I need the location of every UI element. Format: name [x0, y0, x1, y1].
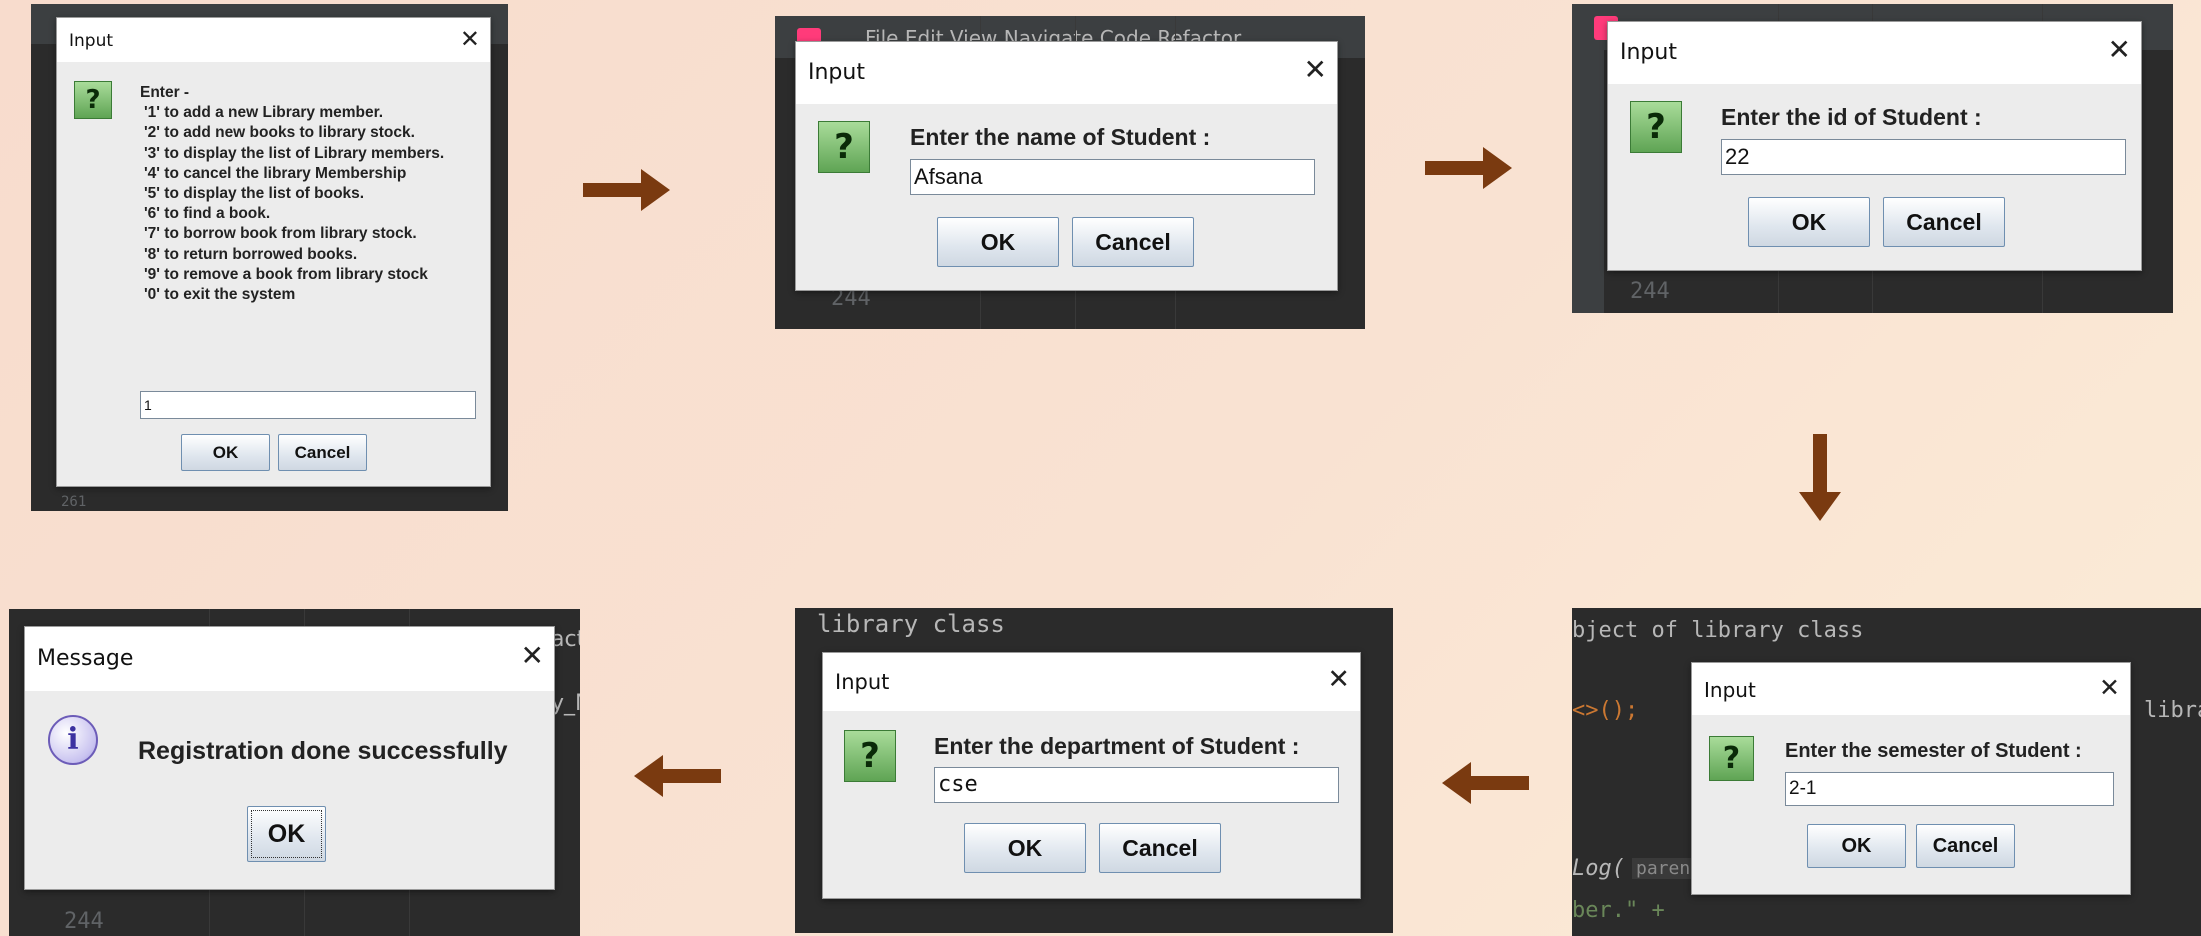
- screenshot-registration-message: act y_M 244 Message ✕ i Registration don…: [9, 609, 580, 936]
- screenshot-student-id: 244 Input ✕ ? Enter the id of Student : …: [1572, 4, 2173, 313]
- semester-input[interactable]: 2-1: [1785, 772, 2114, 806]
- prompt-heading: Enter -: [140, 84, 190, 101]
- prompt-label: Enter the semester of Student :: [1785, 740, 2082, 762]
- code-line: act: [551, 627, 580, 652]
- dialog-titlebar: Message ✕: [25, 627, 554, 691]
- close-icon[interactable]: ✕: [521, 642, 544, 670]
- menu-option: '7' to borrow book from library stock.: [144, 225, 417, 243]
- input-dialog: Input ✕ ? Enter the department of Studen…: [822, 652, 1361, 899]
- code-line: y_M: [551, 691, 580, 716]
- dialog-title: Input: [1704, 678, 1756, 702]
- prompt-label: Enter the department of Student :: [934, 733, 1300, 759]
- menu-option: '8' to return borrowed books.: [144, 245, 358, 263]
- dialog-title: Message: [37, 646, 134, 671]
- close-icon[interactable]: ✕: [1304, 56, 1327, 84]
- close-icon[interactable]: ✕: [1327, 666, 1350, 693]
- ok-button[interactable]: OK: [181, 434, 270, 471]
- screenshot-student-department: library class Input ✕ ? Enter the depart…: [795, 608, 1393, 933]
- cancel-button[interactable]: Cancel: [278, 434, 367, 471]
- dialog-titlebar: Input ✕: [1692, 663, 2130, 715]
- line-number: 244: [64, 909, 104, 934]
- message-label: Registration done successfully: [138, 737, 508, 765]
- dialog-title: Input: [808, 60, 865, 85]
- input-dialog: Input ✕ ? Enter the semester of Student …: [1691, 662, 2131, 895]
- project-panel: [1572, 50, 1604, 313]
- ok-button[interactable]: OK: [1807, 824, 1906, 868]
- close-icon[interactable]: ✕: [2099, 675, 2120, 700]
- dialog-title: Input: [835, 670, 890, 694]
- screenshot-student-semester: bject of library class <>(); libra Log( …: [1572, 608, 2201, 936]
- question-icon: ?: [818, 121, 870, 173]
- cancel-button[interactable]: Cancel: [1916, 824, 2015, 868]
- name-input[interactable]: Afsana: [910, 159, 1315, 195]
- input-dialog: Input ✕ ? Enter the id of Student : 22 O…: [1607, 21, 2142, 271]
- department-input[interactable]: cse: [934, 767, 1339, 803]
- question-icon: ?: [844, 730, 896, 782]
- code-line: library class: [817, 610, 1005, 638]
- menu-option: '3' to display the list of Library membe…: [144, 144, 445, 162]
- info-icon: i: [48, 715, 98, 765]
- menu-option: '0' to exit the system: [144, 286, 296, 304]
- close-icon[interactable]: ✕: [2108, 36, 2131, 64]
- prompt-label: Enter the name of Student :: [910, 124, 1211, 150]
- arrow-down-icon: [1799, 434, 1841, 521]
- line-number: 244: [1630, 279, 1670, 304]
- dialog-titlebar: Input ✕: [796, 42, 1337, 104]
- dialog-titlebar: Input ✕: [1608, 22, 2141, 84]
- prompt-label: Enter the id of Student :: [1721, 104, 1982, 130]
- menu-prompt: Enter - '1' to add a new Library member.…: [140, 83, 444, 305]
- code-line: <>();: [1572, 698, 1639, 723]
- ok-button[interactable]: OK: [247, 806, 326, 862]
- input-dialog: Input ✕ ? Enter - '1' to add a new Libra…: [56, 17, 491, 487]
- close-icon[interactable]: ✕: [460, 27, 480, 51]
- input-dialog: Input ✕ ? Enter the name of Student : Af…: [795, 41, 1338, 291]
- arrow-left-icon: [1442, 762, 1529, 804]
- question-icon: ?: [1630, 101, 1682, 153]
- arrow-right-icon: [583, 169, 670, 211]
- menu-option: '6' to find a book.: [144, 205, 271, 223]
- code-line: ber." +: [1572, 898, 1665, 923]
- code-line: libra: [2144, 698, 2201, 723]
- question-icon: ?: [1709, 736, 1754, 781]
- question-icon: ?: [74, 81, 112, 119]
- menu-option: '2' to add new books to library stock.: [144, 124, 415, 142]
- cancel-button[interactable]: Cancel: [1072, 217, 1194, 267]
- ok-button[interactable]: OK: [937, 217, 1059, 267]
- screenshot-main-menu: 261 Input ✕ ? Enter - '1' to add a new L…: [31, 4, 508, 511]
- arrow-left-icon: [634, 755, 721, 797]
- dialog-title: Input: [69, 31, 114, 51]
- menu-option: '1' to add a new Library member.: [144, 104, 384, 122]
- dialog-titlebar: Input ✕: [57, 18, 490, 62]
- ok-button[interactable]: OK: [1748, 197, 1870, 247]
- choice-input[interactable]: 1: [140, 391, 476, 419]
- code-line: Log(: [1572, 856, 1625, 881]
- menu-option: '5' to display the list of books.: [144, 185, 365, 203]
- line-number: 261: [61, 494, 87, 510]
- message-dialog: Message ✕ i Registration done successful…: [24, 626, 555, 890]
- arrow-right-icon: [1425, 147, 1512, 189]
- menu-option: '9' to remove a book from library stock: [144, 265, 428, 283]
- code-line: bject of library class: [1572, 618, 1864, 643]
- dialog-title: Input: [1620, 40, 1677, 65]
- dialog-titlebar: Input ✕: [823, 653, 1360, 711]
- screenshot-student-name: File Edit View Navigate Code Refactor 24…: [775, 16, 1365, 329]
- cancel-button[interactable]: Cancel: [1883, 197, 2005, 247]
- ok-button[interactable]: OK: [964, 823, 1086, 873]
- id-input[interactable]: 22: [1721, 139, 2126, 175]
- cancel-button[interactable]: Cancel: [1099, 823, 1221, 873]
- menu-option: '4' to cancel the library Membership: [144, 164, 407, 182]
